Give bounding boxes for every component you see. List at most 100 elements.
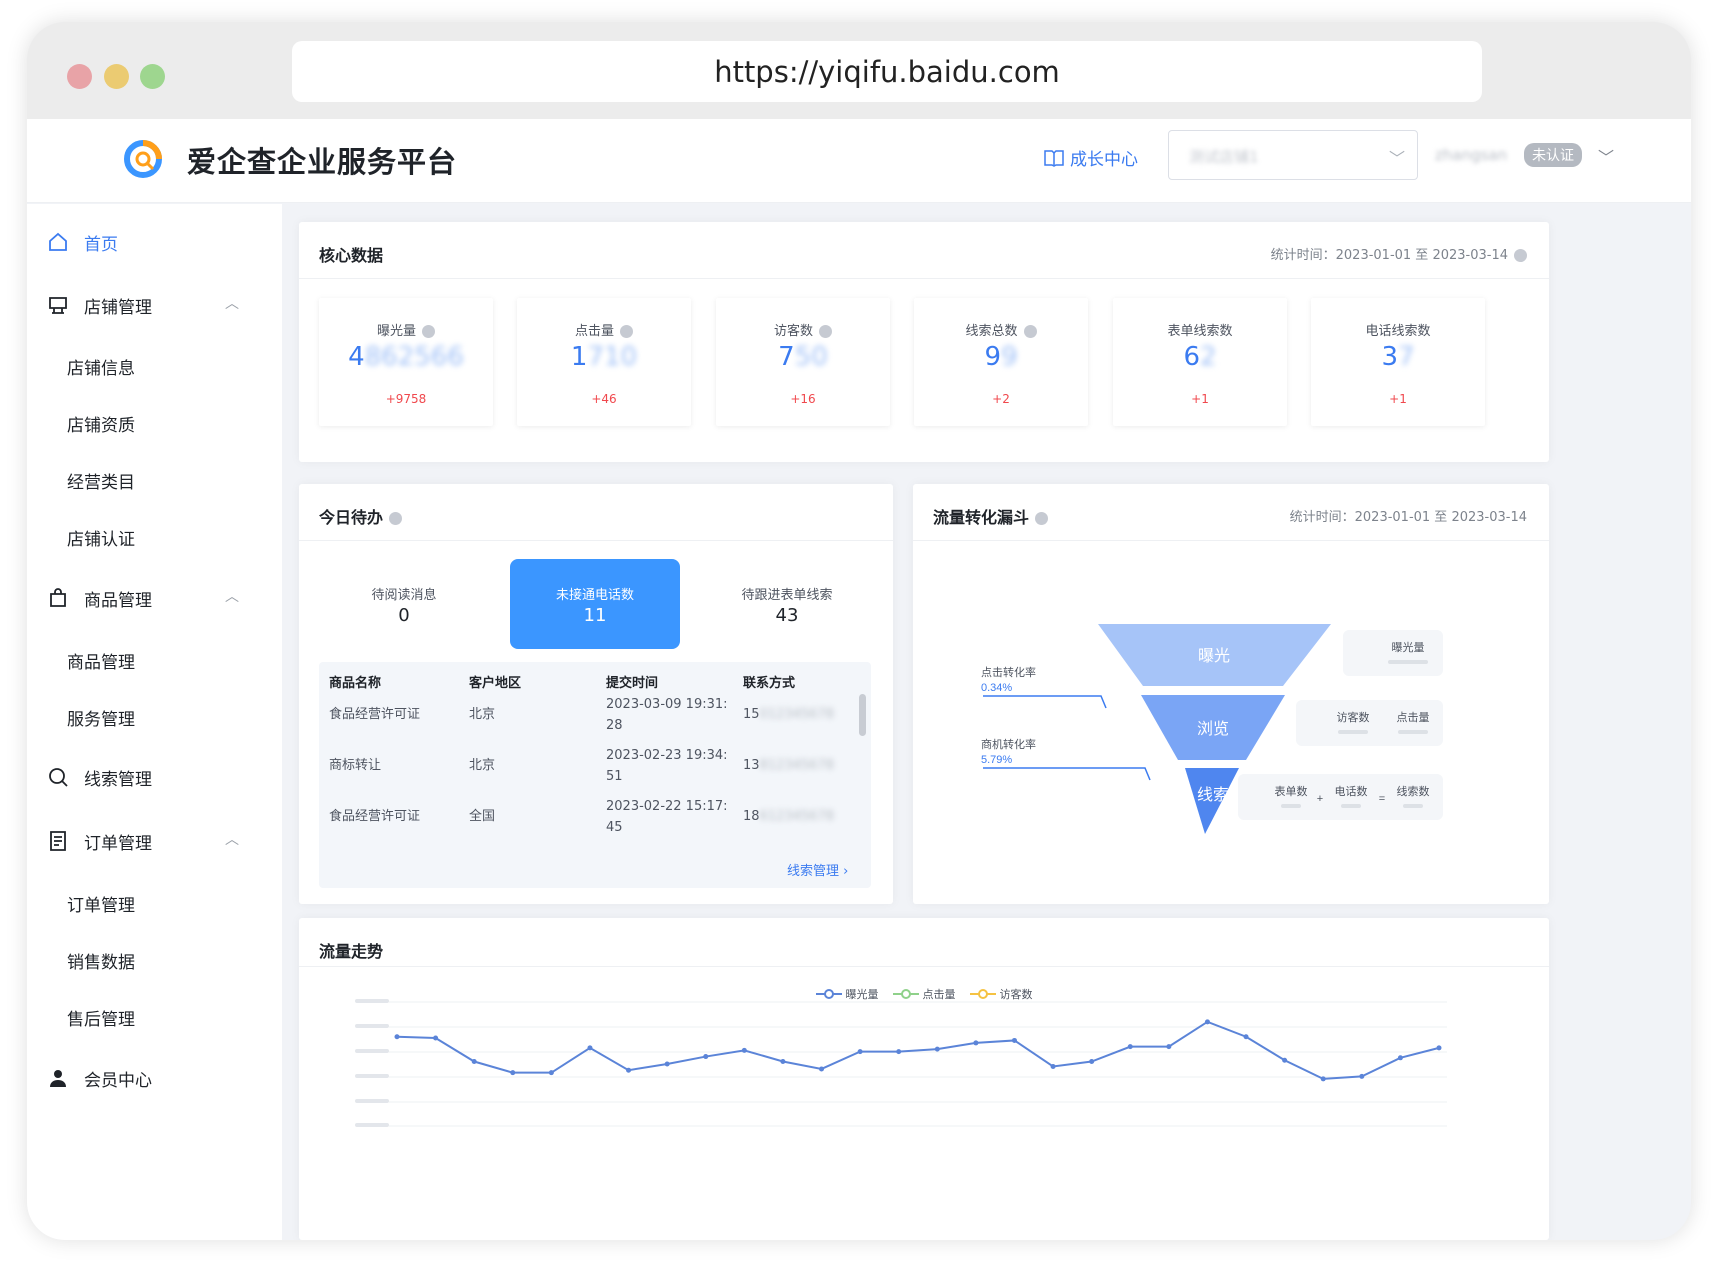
sidebar-sub-shop-info[interactable]: 店铺信息 — [67, 354, 135, 379]
metric-card[interactable]: 曝光量 4862566 +9758 — [319, 298, 493, 426]
side-label: 表单数 — [1275, 784, 1308, 798]
data-point[interactable] — [1436, 1045, 1442, 1051]
data-point[interactable] — [548, 1070, 554, 1076]
sidebar-item-leads-manage[interactable]: 线索管理 — [27, 757, 282, 797]
data-point[interactable] — [1282, 1057, 1288, 1063]
column-header: 提交时间 — [606, 676, 659, 691]
data-point[interactable] — [819, 1066, 825, 1072]
data-point[interactable] — [1320, 1076, 1326, 1082]
stat-time-text: 统计时间：2023-01-01 至 2023-03-14 — [1270, 248, 1508, 263]
metric-card[interactable]: 访客数 750 +16 — [716, 298, 890, 426]
leads-manage-link[interactable]: 线索管理 › — [787, 860, 848, 879]
close-dot[interactable] — [67, 64, 92, 89]
data-point[interactable] — [1127, 1044, 1133, 1050]
data-point[interactable] — [1204, 1019, 1210, 1025]
sidebar-item-home[interactable]: 首页 — [27, 222, 282, 262]
data-point[interactable] — [1166, 1044, 1172, 1050]
info-icon[interactable] — [620, 325, 633, 338]
metric-label-text: 线索总数 — [965, 324, 1018, 339]
sidebar-item-member-center[interactable]: 会员中心 — [27, 1058, 282, 1098]
chevron-up-icon: ︿ — [225, 832, 239, 848]
blurred-value — [1388, 660, 1428, 664]
sidebar-sub-shop-certification[interactable]: 店铺认证 — [67, 525, 135, 550]
data-point[interactable] — [1089, 1059, 1095, 1065]
info-icon[interactable] — [819, 325, 832, 338]
sidebar-item-label: 订单管理 — [84, 833, 152, 854]
info-icon[interactable] — [389, 512, 403, 525]
data-point[interactable] — [1243, 1034, 1249, 1040]
data-point[interactable] — [626, 1067, 632, 1073]
todo-pending-form-leads[interactable]: 待跟进表单线索 43 — [702, 559, 872, 649]
sidebar: 首页 店铺管理 ︿ 店铺信息 店铺资质 经营类目 店铺认证 商品管理 ︿ 商品管… — [27, 204, 282, 1240]
funnel-diagram: 曝光 浏览 线索 点击转化率 0.34% 商机转化率 5.79% 曝光量 访客数… — [981, 624, 1443, 834]
data-point[interactable] — [587, 1045, 593, 1051]
logo-icon — [124, 140, 162, 178]
side-label: 点击量 — [1397, 711, 1430, 724]
metric-card[interactable]: 表单线索数 62 +1 — [1113, 298, 1287, 426]
todo-unread-messages[interactable]: 待阅读消息 0 — [319, 559, 489, 649]
cell-phone-masked: 612345678 — [759, 809, 834, 824]
data-point[interactable] — [433, 1035, 439, 1041]
click-rate-connector — [983, 695, 1107, 709]
data-point[interactable] — [896, 1049, 902, 1055]
data-point[interactable] — [703, 1054, 709, 1060]
data-point[interactable] — [741, 1047, 747, 1053]
metric-card[interactable]: 电话线索数 37 +1 — [1311, 298, 1485, 426]
data-point[interactable] — [857, 1049, 863, 1055]
sidebar-item-goods-manage[interactable]: 商品管理 ︿ — [27, 578, 282, 618]
table-scrollbar[interactable] — [859, 694, 866, 736]
todo-value: 11 — [583, 605, 607, 626]
todo-label: 未接通电话数 — [555, 588, 634, 603]
user-chevron-down-icon[interactable]: ﹀ — [1598, 144, 1614, 168]
cell-name: 食品经营许可证 — [329, 707, 421, 722]
sidebar-sub-after-sales[interactable]: 售后管理 — [67, 1005, 135, 1030]
cell-phone: 13812345678 — [743, 755, 834, 776]
lead-rate-connector — [983, 767, 1151, 781]
url-bar[interactable]: https://yiqifu.baidu.com — [292, 41, 1482, 102]
sidebar-sub-services[interactable]: 服务管理 — [67, 705, 135, 730]
data-point[interactable] — [471, 1059, 477, 1065]
data-point[interactable] — [780, 1059, 786, 1065]
sidebar-item-order-manage[interactable]: 订单管理 ︿ — [27, 821, 282, 861]
data-point[interactable] — [1011, 1037, 1017, 1043]
info-icon[interactable] — [1023, 325, 1037, 338]
todo-missed-calls[interactable]: 未接通电话数 11 — [510, 559, 680, 649]
username[interactable]: zhangsan — [1435, 146, 1507, 164]
sidebar-sub-shop-qualification[interactable]: 店铺资质 — [67, 411, 135, 436]
data-point[interactable] — [510, 1070, 516, 1076]
maximize-dot[interactable] — [140, 64, 165, 89]
data-point[interactable] — [394, 1034, 400, 1040]
growth-center-link[interactable]: 成长中心 — [1044, 145, 1138, 170]
data-point[interactable] — [1359, 1073, 1365, 1079]
info-icon[interactable] — [1514, 249, 1527, 262]
metric-value-first: 9 — [984, 342, 1001, 372]
metric-value: 1710 — [517, 342, 691, 372]
plus-sign: + — [1317, 793, 1323, 805]
sidebar-sub-business-category[interactable]: 经营类目 — [67, 468, 135, 493]
stat-time: 统计时间：2023-01-01 至 2023-03-14 — [1271, 244, 1527, 263]
lead-rate-label: 商机转化率 — [981, 737, 1036, 751]
document-icon — [50, 831, 66, 851]
core-data-card: 核心数据 统计时间：2023-01-01 至 2023-03-14 曝光量 486… — [299, 222, 1549, 462]
info-icon[interactable] — [422, 325, 435, 338]
click-rate-label: 点击转化率 — [981, 665, 1036, 679]
data-point[interactable] — [1397, 1055, 1403, 1061]
column-header: 客户地区 — [469, 676, 522, 691]
sidebar-sub-orders[interactable]: 订单管理 — [67, 891, 135, 916]
side-label: 访客数 — [1337, 710, 1370, 724]
minimize-dot[interactable] — [104, 64, 129, 89]
data-point[interactable] — [1050, 1063, 1056, 1069]
data-point[interactable] — [664, 1061, 670, 1067]
sidebar-sub-sales-data[interactable]: 销售数据 — [67, 948, 135, 973]
metric-card[interactable]: 线索总数 99 +2 — [914, 298, 1088, 426]
cell-time-line1: 2023-02-23 19:34: — [606, 748, 728, 763]
side-label: 线索数 — [1397, 784, 1430, 798]
sidebar-item-shop-manage[interactable]: 店铺管理 ︿ — [27, 285, 282, 325]
data-point[interactable] — [973, 1040, 979, 1046]
shop-select[interactable]: 测试店铺1 ﹀ — [1168, 130, 1418, 180]
metric-label: 电话线索数 — [1311, 320, 1485, 339]
metric-value-first: 7 — [778, 342, 795, 372]
data-point[interactable] — [934, 1046, 940, 1052]
metric-card[interactable]: 点击量 1710 +46 — [517, 298, 691, 426]
sidebar-sub-goods[interactable]: 商品管理 — [67, 648, 135, 673]
